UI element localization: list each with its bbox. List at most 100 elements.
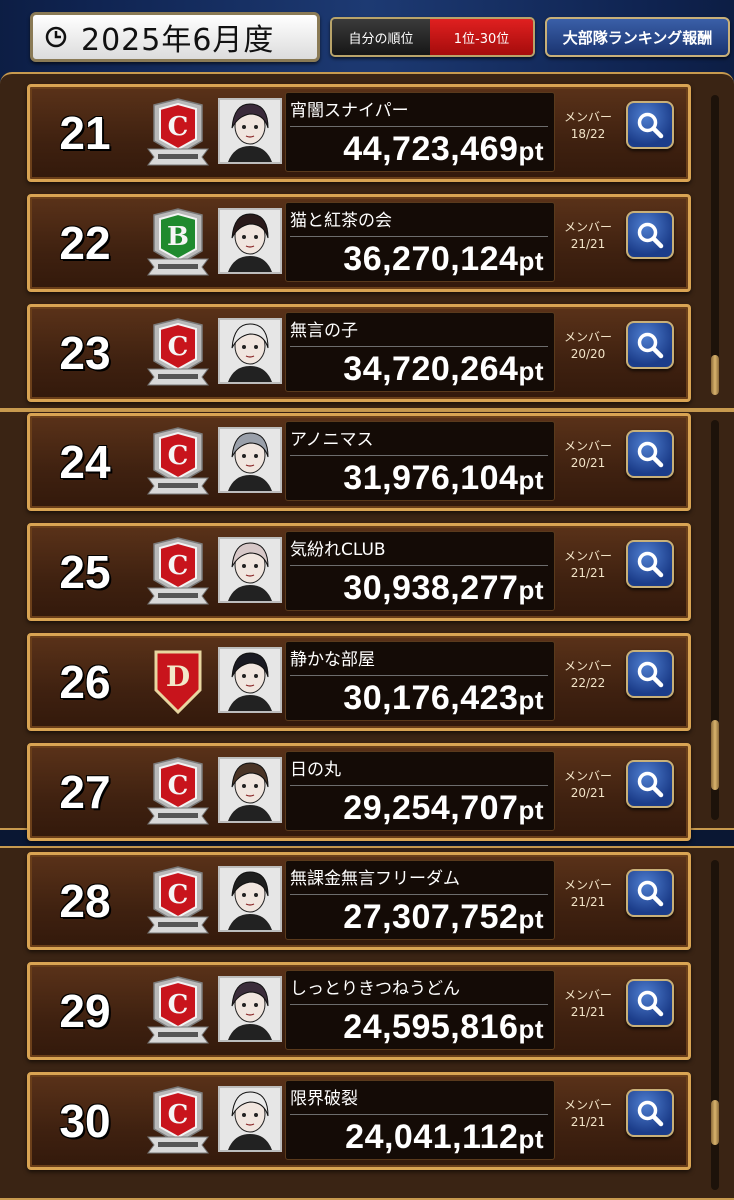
- rank-number: 24: [59, 436, 111, 488]
- class-emblem-icon: C: [146, 426, 210, 500]
- leader-avatar: [218, 98, 282, 164]
- score-value: 24,041,112: [345, 1118, 519, 1156]
- class-emblem-icon: C: [146, 317, 210, 391]
- member-count: メンバー 21/21: [558, 877, 618, 911]
- magnifier-icon: [637, 441, 664, 468]
- ranking-row[interactable]: 27 C 日の丸 29,254,707pt メンバー 20/21: [27, 743, 691, 841]
- unit-score: 31,976,104pt: [343, 459, 544, 498]
- score-value: 24,595,816: [343, 1008, 519, 1046]
- leader-avatar: [218, 208, 282, 274]
- rank-range-toggle[interactable]: 自分の順位 1位-30位: [330, 17, 535, 57]
- unit-name: 猫と紅茶の会: [290, 211, 392, 231]
- member-label: メンバー: [563, 988, 612, 1002]
- magnifier-icon: [637, 990, 664, 1017]
- ranking-row[interactable]: 21 C 宵闇スナイパー 44,723,469pt メンバー 18/22: [27, 84, 691, 182]
- unit-name: 限界破裂: [290, 1089, 358, 1109]
- scrollbar-thumb[interactable]: [711, 355, 719, 395]
- score-unit: pt: [518, 795, 544, 825]
- member-label: メンバー: [563, 1098, 612, 1112]
- member-label: メンバー: [563, 878, 612, 892]
- search-button[interactable]: [626, 979, 674, 1027]
- unit-info: アノニマス 31,976,104pt: [285, 421, 555, 501]
- unit-score: 29,254,707pt: [343, 789, 544, 828]
- unit-name: アノニマス: [290, 430, 374, 450]
- leader-avatar: [218, 757, 282, 823]
- unit-score: 24,595,816pt: [343, 1008, 544, 1047]
- svg-text:C: C: [168, 1100, 189, 1130]
- member-label: メンバー: [563, 439, 612, 453]
- magnifier-icon: [637, 661, 664, 688]
- ranking-row[interactable]: 26 D 静かな部屋 30,176,423pt メンバー 22/22: [27, 633, 691, 731]
- score-unit: pt: [518, 465, 544, 495]
- member-value: 20/20: [570, 347, 606, 361]
- search-button[interactable]: [626, 760, 674, 808]
- class-emblem-icon: C: [146, 975, 210, 1049]
- member-value: 21/21: [570, 1115, 606, 1129]
- leader-avatar: [218, 647, 282, 713]
- unit-name: 静かな部屋: [290, 650, 375, 670]
- unit-info: 宵闇スナイパー 44,723,469pt: [285, 92, 555, 172]
- ranking-row[interactable]: 24 C アノニマス 31,976,104pt メンバー 20/21: [27, 413, 691, 511]
- svg-text:B: B: [167, 222, 189, 252]
- search-button[interactable]: [626, 540, 674, 588]
- magnifier-icon: [637, 880, 664, 907]
- unit-name: 宵闇スナイパー: [290, 101, 409, 121]
- unit-name: 気紛れCLUB: [290, 540, 386, 560]
- class-emblem-icon: D: [146, 646, 210, 720]
- class-emblem-icon: C: [146, 97, 210, 171]
- magnifier-icon: [637, 332, 664, 359]
- month-label: 2025年6月度: [81, 23, 275, 58]
- rank-number: 26: [59, 656, 111, 708]
- unit-info: しっとりきつねうどん 24,595,816pt: [285, 970, 555, 1050]
- search-button[interactable]: [626, 101, 674, 149]
- magnifier-icon: [637, 1100, 664, 1127]
- own-rank-tab[interactable]: 自分の順位: [332, 19, 430, 55]
- ranking-reward-button[interactable]: 大部隊ランキング報酬: [545, 17, 730, 57]
- divider: [290, 1114, 548, 1115]
- svg-text:C: C: [168, 990, 189, 1020]
- search-button[interactable]: [626, 211, 674, 259]
- unit-score: 27,307,752pt: [343, 898, 544, 937]
- score-value: 30,938,277: [343, 569, 519, 607]
- search-button[interactable]: [626, 869, 674, 917]
- rank-range-tab[interactable]: 1位-30位: [430, 19, 533, 55]
- magnifier-icon: [637, 222, 664, 249]
- score-value: 30,176,423: [343, 679, 519, 717]
- scrollbar-thumb[interactable]: [711, 720, 719, 790]
- clock-icon: [45, 26, 67, 48]
- score-unit: pt: [518, 904, 544, 934]
- class-emblem-icon: C: [146, 536, 210, 610]
- unit-score: 30,176,423pt: [343, 679, 544, 718]
- class-emblem-icon: B: [146, 207, 210, 281]
- member-count: メンバー 21/21: [558, 1097, 618, 1131]
- member-label: メンバー: [563, 769, 612, 783]
- member-label: メンバー: [563, 659, 612, 673]
- class-emblem-icon: C: [146, 1085, 210, 1159]
- month-selector[interactable]: 2025年6月度: [30, 12, 320, 62]
- search-button[interactable]: [626, 430, 674, 478]
- ranking-row[interactable]: 30 C 限界破裂 24,041,112pt メンバー 21/21: [27, 1072, 691, 1170]
- score-value: 31,976,104: [343, 459, 519, 497]
- score-value: 27,307,752: [343, 898, 519, 936]
- scrollbar-thumb[interactable]: [711, 1100, 719, 1145]
- ranking-row[interactable]: 28 C 無課金無言フリーダム 27,307,752pt メンバー 21/21: [27, 852, 691, 950]
- ranking-row[interactable]: 22 B 猫と紅茶の会 36,270,124pt メンバー 21/21: [27, 194, 691, 292]
- unit-info: 猫と紅茶の会 36,270,124pt: [285, 202, 555, 282]
- ranking-row[interactable]: 23 C 無言の子 34,720,264pt メンバー 20/20: [27, 304, 691, 402]
- svg-text:C: C: [168, 771, 189, 801]
- member-value: 21/21: [570, 566, 606, 580]
- svg-text:C: C: [168, 332, 189, 362]
- ranking-row[interactable]: 29 C しっとりきつねうどん 24,595,816pt メンバー 21/21: [27, 962, 691, 1060]
- leader-avatar: [218, 318, 282, 384]
- unit-name: 日の丸: [290, 760, 341, 780]
- leader-avatar: [218, 427, 282, 493]
- search-button[interactable]: [626, 1089, 674, 1137]
- unit-score: 44,723,469pt: [343, 130, 544, 169]
- ranking-row[interactable]: 25 C 気紛れCLUB 30,938,277pt メンバー 21/21: [27, 523, 691, 621]
- member-count: メンバー 20/21: [558, 768, 618, 802]
- search-button[interactable]: [626, 321, 674, 369]
- scrollbar-track[interactable]: [711, 95, 719, 395]
- member-label: メンバー: [563, 220, 612, 234]
- rank-number: 25: [59, 546, 111, 598]
- search-button[interactable]: [626, 650, 674, 698]
